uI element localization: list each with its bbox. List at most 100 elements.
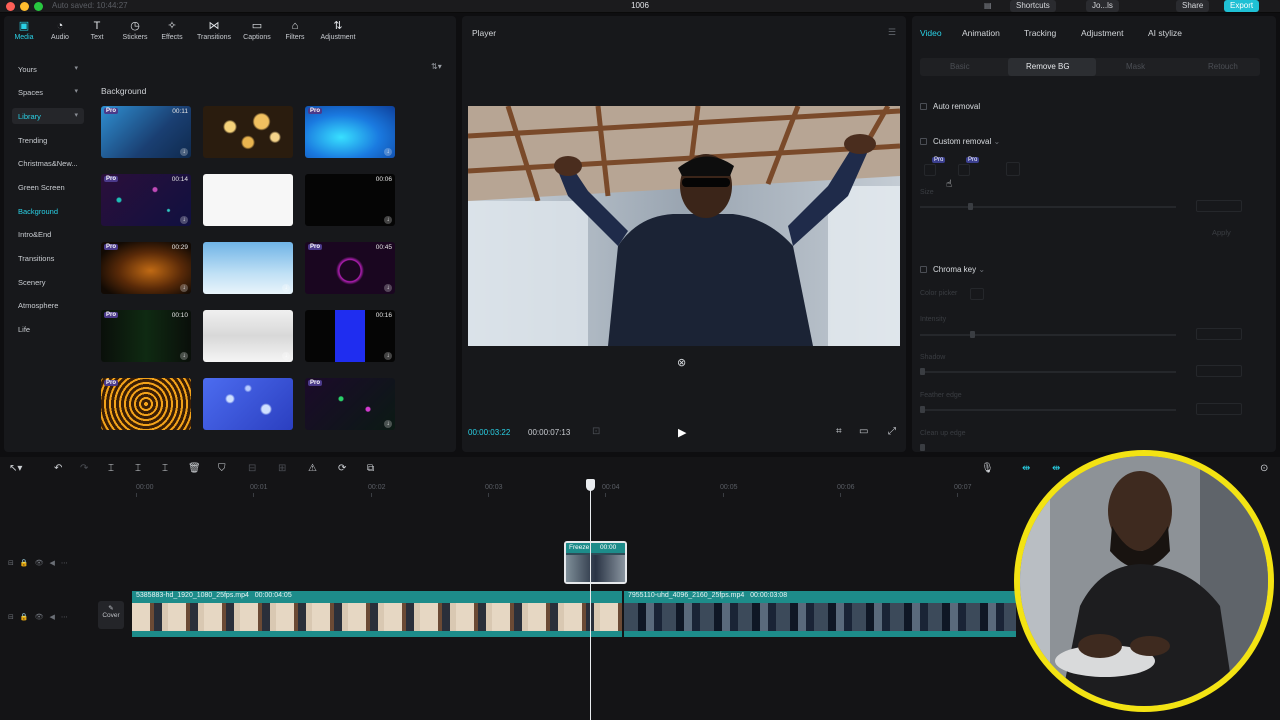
sidebar-item-transitions[interactable]: Transitions [12,250,84,266]
apply-button[interactable]: Apply [1212,228,1231,237]
background-thumb[interactable]: Pro 00:45 ↓ [305,242,395,294]
size-slider-knob[interactable] [968,203,973,210]
export-button[interactable]: Export [1224,0,1260,12]
download-icon[interactable]: ↓ [180,284,188,292]
size-slider[interactable] [920,206,1176,208]
download-icon[interactable]: ↓ [384,352,392,360]
segment-retouch[interactable]: Retouch [1208,62,1238,71]
reset-brush-button[interactable] [1006,162,1020,176]
background-thumb[interactable]: Pro ↓ [305,378,395,430]
tab-ai-stylize[interactable]: AI stylize [1148,28,1182,38]
download-icon[interactable]: ↓ [384,148,392,156]
toolbar-filters[interactable]: ⌂ Filters [275,20,315,41]
toolbar-text[interactable]: T Text [77,20,117,41]
toolbar-adjustment[interactable]: ⇅ Adjustment [318,20,358,41]
toolbar-stickers[interactable]: ◷ Stickers [115,20,155,41]
marker-icon[interactable]: ⛉ [218,463,226,474]
screenshot-icon[interactable]: ⌗ [836,426,842,437]
close-window-button[interactable] [6,2,15,11]
clip-1-filmstrip[interactable] [132,603,622,631]
sidebar-item-spaces[interactable]: Spaces ▾ [12,84,84,100]
background-thumb[interactable]: ↓ [203,242,293,294]
split-right-icon[interactable]: ⌶ [162,463,168,474]
download-icon[interactable]: ↓ [384,420,392,428]
background-thumb[interactable]: Pro [101,378,191,430]
toolbar-transitions[interactable]: ⋈ Transitions [194,20,234,41]
download-icon[interactable]: ↓ [384,216,392,224]
snap-icon[interactable]: ⇹ [1052,463,1060,474]
custom-removal-checkbox[interactable] [920,138,927,145]
background-thumb[interactable]: Pro 00:29 ↓ [101,242,191,294]
fullscreen-icon[interactable]: ⤢ [888,426,896,437]
sidebar-item-intro-end[interactable]: Intro&End [12,226,84,242]
segment-mask[interactable]: Mask [1126,62,1145,71]
video-preview[interactable] [468,106,900,346]
download-icon[interactable]: ↓ [180,352,188,360]
feather-edge-slider-knob[interactable] [920,406,925,413]
background-thumb[interactable]: ↓ [203,310,293,362]
toolbar-effects[interactable]: ✧ Effects [152,20,192,41]
microphone-icon[interactable]: 🎙 [981,463,994,474]
segment-basic[interactable]: Basic [950,62,970,71]
background-thumb[interactable]: 00:16 ↓ [305,310,395,362]
undo-icon[interactable]: ↶ [54,463,62,474]
intensity-slider[interactable] [920,334,1176,336]
delete-icon[interactable]: 🗑 [188,463,201,474]
auto-removal-checkbox[interactable] [920,103,927,110]
sidebar-item-atmosphere[interactable]: Atmosphere [12,297,84,313]
toolbar-media[interactable]: ▣ Media [4,20,44,41]
segment-remove-bg[interactable]: Remove BG [1026,62,1070,71]
background-thumb[interactable]: 00:06 ↓ [305,174,395,226]
crop-ratio-icon[interactable]: ⊟ [248,463,256,474]
split-icon[interactable]: ⌶ [108,463,114,474]
toolbar-audio[interactable]: ◔ Audio [40,20,80,41]
background-thumb[interactable] [203,174,293,226]
play-button[interactable]: ▶ [678,426,686,439]
clip-1-header[interactable]: 5385883-hd_1920_1080_25fps.mp4 00:00:04:… [132,591,622,603]
zoom-fit-icon[interactable]: ⊙ [1260,463,1268,474]
sidebar-item-christmas[interactable]: Christmas&New... [12,155,84,171]
filter-icon[interactable]: ⇅▾ [431,62,442,71]
tab-video[interactable]: Video [920,28,942,38]
auto-removal-option[interactable]: Auto removal [920,102,980,111]
shadow-slider[interactable] [920,371,1176,373]
sidebar-item-trending[interactable]: Trending [12,132,84,148]
download-icon[interactable]: ↓ [180,148,188,156]
clip-2-filmstrip[interactable] [624,603,1016,631]
freeze-icon[interactable]: ⊞ [278,463,286,474]
mirror-icon[interactable]: ⚠ [308,463,317,474]
download-icon[interactable]: ↓ [282,352,290,360]
sidebar-item-background[interactable]: Background [12,203,84,219]
feather-edge-value-field[interactable] [1196,403,1242,415]
link-icon[interactable]: ⇹ [1022,463,1030,474]
tab-adjustment[interactable]: Adjustment [1081,28,1124,38]
redo-icon[interactable]: ↷ [80,463,88,474]
download-icon[interactable]: ↓ [180,216,188,224]
eraser-button[interactable] [958,164,970,176]
background-thumb[interactable]: Pro 00:10 ↓ [101,310,191,362]
playhead[interactable] [590,481,591,720]
shadow-value-field[interactable] [1196,365,1242,377]
feather-edge-slider[interactable] [920,409,1176,411]
share-button[interactable]: Share [1176,0,1210,12]
smart-brush-button[interactable] [924,164,936,176]
download-icon[interactable]: ↓ [282,284,290,292]
main-track-controls[interactable]: ⊟🔒👁◀⋯ [8,613,74,621]
chroma-key-checkbox[interactable] [920,266,927,273]
clip-2-header[interactable]: 7955110-uhd_4096_2160_25fps.mp4 00:00:03… [624,591,1016,603]
sidebar-item-yours[interactable]: Yours ▾ [12,61,84,77]
aspect-ratio-icon[interactable]: ▭ [859,426,868,437]
sidebar-item-green-screen[interactable]: Green Screen [12,179,84,195]
menu-icon[interactable]: ☰ [888,27,896,38]
rotate-icon[interactable]: ⟳ [338,463,346,474]
layout-icon[interactable]: ▤ [978,0,998,12]
background-thumb[interactable]: Pro 00:11 ↓ [101,106,191,158]
cover-button[interactable]: ✎ Cover [98,601,124,629]
sidebar-item-scenery[interactable]: Scenery [12,274,84,290]
freeze-frame-clip[interactable]: Freeze 00:00 [564,541,627,584]
background-thumb[interactable]: Pro ↓ [305,106,395,158]
toolbar-captions[interactable]: ▭ Captions [237,20,277,41]
color-picker-swatch[interactable] [970,288,984,300]
background-thumb[interactable] [203,378,293,430]
tab-tracking[interactable]: Tracking [1024,28,1056,38]
